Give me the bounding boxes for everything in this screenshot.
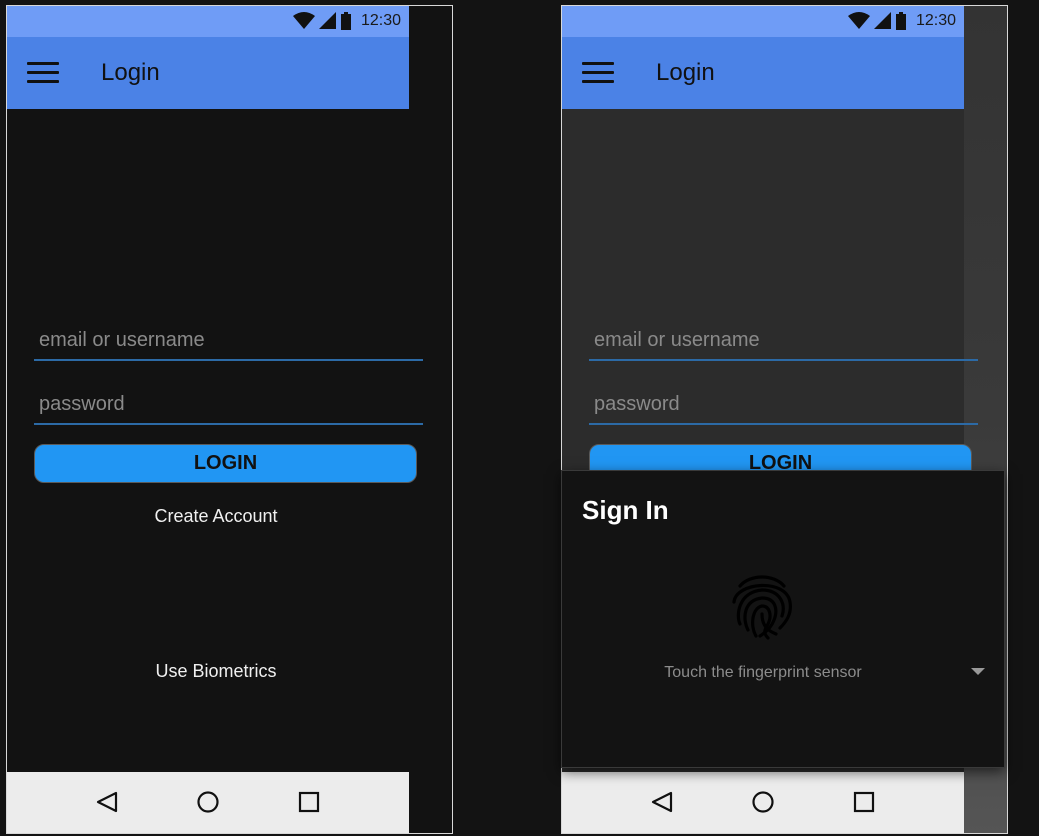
create-account-link[interactable]: Create Account bbox=[7, 506, 425, 527]
app-title: Login bbox=[101, 59, 160, 86]
back-triangle-icon[interactable] bbox=[95, 790, 119, 814]
status-bar: 12:30 bbox=[562, 6, 964, 37]
wifi-icon bbox=[847, 12, 870, 29]
use-biometrics-link[interactable]: Use Biometrics bbox=[7, 661, 425, 682]
home-circle-icon[interactable] bbox=[751, 790, 775, 814]
cell-signal-icon bbox=[318, 12, 336, 29]
chevron-down-icon[interactable] bbox=[971, 668, 985, 675]
navigation-bar bbox=[7, 772, 409, 833]
email-field[interactable] bbox=[589, 319, 978, 361]
email-input[interactable] bbox=[592, 325, 976, 355]
status-icons: 12:30 bbox=[292, 12, 401, 30]
password-field[interactable] bbox=[34, 383, 423, 425]
fingerprint-icon[interactable] bbox=[726, 566, 798, 646]
cell-signal-icon bbox=[873, 12, 891, 29]
login-button[interactable]: LOGIN bbox=[34, 444, 417, 483]
dialog-hint: Touch the fingerprint sensor bbox=[664, 664, 862, 681]
app-title: Login bbox=[656, 59, 715, 86]
back-triangle-icon[interactable] bbox=[650, 790, 674, 814]
password-input[interactable] bbox=[592, 389, 976, 419]
email-field[interactable] bbox=[34, 319, 423, 361]
password-field[interactable] bbox=[589, 383, 978, 425]
app-bar: Login bbox=[7, 37, 409, 109]
biometric-dialog: Sign In Touch the fingerprint sensor bbox=[561, 470, 1005, 768]
navigation-bar bbox=[562, 772, 964, 833]
home-circle-icon[interactable] bbox=[196, 790, 220, 814]
email-input[interactable] bbox=[37, 325, 421, 355]
wifi-icon bbox=[292, 12, 315, 29]
app-bar: Login bbox=[562, 37, 964, 109]
phone-login-screen: 12:30 Login LOGIN Create Account Use Bio… bbox=[6, 5, 453, 834]
menu-icon[interactable] bbox=[27, 62, 59, 84]
password-input[interactable] bbox=[37, 389, 421, 419]
recents-square-icon[interactable] bbox=[852, 790, 876, 814]
menu-icon[interactable] bbox=[582, 62, 614, 84]
battery-icon bbox=[895, 12, 906, 30]
status-bar: 12:30 bbox=[7, 6, 409, 37]
screen: 12:30 Login LOGIN Create Account Use Bio… bbox=[7, 6, 423, 833]
status-time: 12:30 bbox=[360, 12, 401, 29]
dialog-title: Sign In bbox=[582, 495, 669, 525]
status-time: 12:30 bbox=[915, 12, 956, 29]
battery-icon bbox=[340, 12, 351, 30]
recents-square-icon[interactable] bbox=[297, 790, 321, 814]
status-icons: 12:30 bbox=[847, 12, 956, 30]
